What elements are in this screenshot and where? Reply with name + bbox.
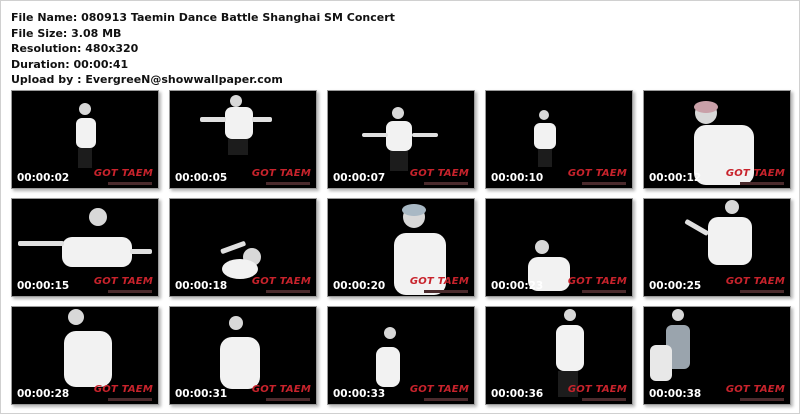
got-taem-watermark: GOT TAEM	[567, 168, 627, 179]
got-taem-watermark: GOT TAEM	[567, 276, 627, 287]
frame-timestamp: 00:00:07	[333, 172, 386, 184]
got-taem-watermark: GOT TAEM	[93, 276, 153, 287]
got-taem-watermark: GOT TAEM	[251, 384, 311, 395]
frame-timestamp: 00:00:36	[491, 388, 544, 400]
watermark-url-bar	[740, 290, 784, 293]
watermark-url-bar	[266, 398, 310, 401]
got-taem-watermark: GOT TAEM	[567, 384, 627, 395]
watermark-url-bar	[582, 290, 626, 293]
watermark-url-bar	[424, 182, 468, 185]
frame-timestamp: 00:00:18	[175, 280, 228, 292]
watermark-url-bar	[108, 398, 152, 401]
got-taem-watermark: GOT TAEM	[251, 168, 311, 179]
video-frame-thumbnail[interactable]: 00:00:12 GOT TAEM	[643, 90, 791, 189]
file-size-label: File Size: 3.08 MB	[11, 26, 122, 40]
watermark-url-bar	[582, 182, 626, 185]
video-frame-thumbnail[interactable]: 00:00:28 GOT TAEM	[11, 306, 159, 405]
got-taem-watermark: GOT TAEM	[725, 168, 785, 179]
video-frame-thumbnail[interactable]: 00:00:20 GOT TAEM	[327, 198, 475, 297]
watermark-url-bar	[740, 182, 784, 185]
frame-timestamp: 00:00:12	[649, 172, 702, 184]
video-frame-thumbnail[interactable]: 00:00:33 GOT TAEM	[327, 306, 475, 405]
got-taem-watermark: GOT TAEM	[251, 276, 311, 287]
frame-timestamp: 00:00:20	[333, 280, 386, 292]
got-taem-watermark: GOT TAEM	[93, 384, 153, 395]
frame-timestamp: 00:00:15	[17, 280, 70, 292]
frame-timestamp: 00:00:02	[17, 172, 70, 184]
watermark-url-bar	[582, 398, 626, 401]
video-frame-thumbnail[interactable]: 00:00:23 GOT TAEM	[485, 198, 633, 297]
video-frame-thumbnail[interactable]: 00:00:38 GOT TAEM	[643, 306, 791, 405]
video-frame-thumbnail[interactable]: 00:00:18 GOT TAEM	[169, 198, 317, 297]
got-taem-watermark: GOT TAEM	[409, 168, 469, 179]
frame-timestamp: 00:00:25	[649, 280, 702, 292]
video-frame-thumbnail[interactable]: 00:00:10 GOT TAEM	[485, 90, 633, 189]
watermark-url-bar	[424, 290, 468, 293]
got-taem-watermark: GOT TAEM	[409, 384, 469, 395]
watermark-url-bar	[424, 398, 468, 401]
frame-timestamp: 00:00:10	[491, 172, 544, 184]
upload-by-label: Upload by : EvergreeN@showwallpaper.com	[11, 73, 283, 86]
watermark-url-bar	[266, 182, 310, 185]
watermark-url-bar	[108, 182, 152, 185]
file-info-block: File Name: 080913 Taemin Dance Battle Sh…	[11, 10, 395, 88]
video-frame-thumbnail[interactable]: 00:00:36 GOT TAEM	[485, 306, 633, 405]
frame-timestamp: 00:00:33	[333, 388, 386, 400]
video-frame-thumbnail[interactable]: 00:00:31 GOT TAEM	[169, 306, 317, 405]
frame-timestamp: 00:00:23	[491, 280, 544, 292]
video-frame-thumbnail[interactable]: 00:00:15 GOT TAEM	[11, 198, 159, 297]
got-taem-watermark: GOT TAEM	[93, 168, 153, 179]
got-taem-watermark: GOT TAEM	[409, 276, 469, 287]
frame-timestamp: 00:00:38	[649, 388, 702, 400]
watermark-url-bar	[108, 290, 152, 293]
video-frame-thumbnail[interactable]: 00:00:02 GOT TAEM	[11, 90, 159, 189]
frame-timestamp: 00:00:28	[17, 388, 70, 400]
resolution-label: Resolution: 480x320	[11, 42, 139, 55]
video-frame-thumbnail[interactable]: 00:00:07 GOT TAEM	[327, 90, 475, 189]
video-frame-thumbnail[interactable]: 00:00:05 GOT TAEM	[169, 90, 317, 189]
duration-label: Duration: 00:00:41	[11, 57, 129, 71]
watermark-url-bar	[266, 290, 310, 293]
got-taem-watermark: GOT TAEM	[725, 276, 785, 287]
frame-timestamp: 00:00:05	[175, 172, 228, 184]
frame-timestamp: 00:00:31	[175, 388, 228, 400]
watermark-url-bar	[740, 398, 784, 401]
file-name-label: File Name: 080913 Taemin Dance Battle Sh…	[11, 11, 395, 24]
contact-sheet: File Name: 080913 Taemin Dance Battle Sh…	[0, 0, 800, 414]
video-frame-thumbnail[interactable]: 00:00:25 GOT TAEM	[643, 198, 791, 297]
got-taem-watermark: GOT TAEM	[725, 384, 785, 395]
